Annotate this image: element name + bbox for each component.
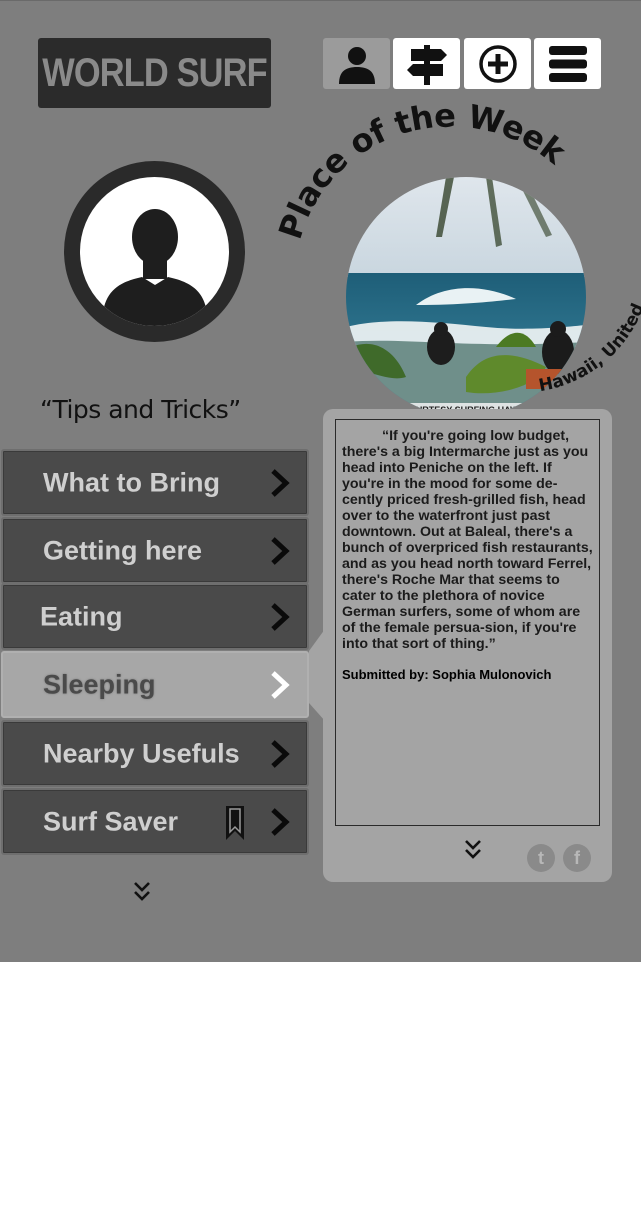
user-silhouette-icon: [102, 209, 208, 326]
chevron-right-icon: [271, 468, 290, 497]
logo-text: WORLD SURF: [42, 50, 267, 95]
chevron-right-icon: [271, 670, 290, 699]
menu-item-label: What to Bring: [43, 467, 220, 497]
menu-item-eating[interactable]: Eating: [1, 583, 309, 650]
add-circle-icon: [478, 44, 517, 83]
chevron-right-icon: [271, 536, 290, 565]
menu-item-label: Nearby Usefuls: [43, 738, 240, 768]
menu-item-nearby-usefuls[interactable]: Nearby Usefuls: [1, 720, 309, 787]
menu-item-label: Eating: [40, 601, 123, 631]
menu-item-sleeping[interactable]: Sleeping: [1, 651, 309, 718]
chevron-right-icon: [271, 739, 290, 768]
menu-item-label: Surf Saver: [43, 806, 179, 836]
place-of-week-arc-text: Place of the Week Hawaii, United States: [264, 96, 641, 396]
nav-profile-button[interactable]: [323, 38, 390, 89]
chevron-right-icon: [271, 602, 290, 631]
menu-item-label: Sleeping: [43, 669, 156, 699]
bookmark-icon[interactable]: [225, 805, 245, 841]
place-of-week-location: Hawaii, United States: [264, 96, 641, 396]
twitter-letter: t: [538, 847, 544, 868]
app-screen: WORLD SURF “Tips and Tricks” Place of th…: [0, 0, 641, 962]
menu-item-getting-here[interactable]: Getting here: [1, 517, 309, 584]
place-of-week-heading: Place of the Week: [271, 96, 574, 243]
menu-item-surf-saver[interactable]: Surf Saver: [1, 788, 309, 855]
menu-more-double-chevron-down-icon[interactable]: [133, 881, 151, 903]
tip-quote: “If you're going low budget, there's a b…: [342, 428, 593, 652]
nav-menu-button[interactable]: [534, 38, 601, 89]
nav-directions-button[interactable]: [393, 38, 460, 89]
chevron-right-icon: [271, 807, 290, 836]
world-surf-logo[interactable]: WORLD SURF: [38, 38, 271, 108]
facebook-icon[interactable]: f: [563, 844, 591, 872]
profile-avatar[interactable]: [64, 161, 245, 342]
menu-icon: [548, 45, 587, 82]
tip-text-box: “If you're going low budget, there's a b…: [335, 419, 600, 826]
svg-text:Hawaii, United States: Hawaii, United States: [264, 96, 641, 396]
signpost-icon: [406, 44, 447, 85]
menu-item-label: Getting here: [43, 535, 203, 565]
menu-item-what-to-bring[interactable]: What to Bring: [1, 449, 309, 516]
tips-title: “Tips and Tricks”: [40, 395, 241, 424]
person-icon: [338, 46, 375, 84]
twitter-icon[interactable]: t: [527, 844, 555, 872]
tip-content-panel: “If you're going low budget, there's a b…: [323, 409, 612, 882]
nav-add-button[interactable]: [464, 38, 531, 89]
facebook-letter: f: [574, 847, 580, 868]
svg-text:Place of the Week: Place of the Week: [271, 96, 573, 243]
submitted-by: Submitted by: Sophia Mulonovich: [342, 667, 552, 682]
panel-more-double-chevron-down-icon[interactable]: [464, 839, 482, 861]
